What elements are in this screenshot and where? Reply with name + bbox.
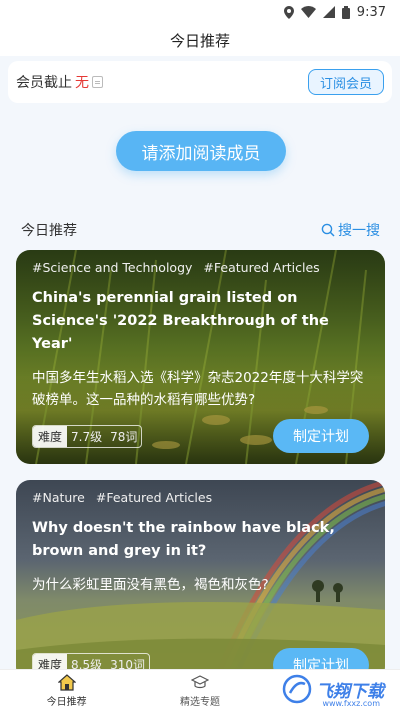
- status-time: 9:37: [356, 4, 386, 20]
- difficulty-level: 7.7级: [71, 430, 103, 444]
- article-title-en: Why doesn't the rainbow have black, brow…: [32, 520, 335, 559]
- page-title: 今日推荐: [0, 24, 400, 56]
- watermark-icon: [282, 674, 312, 704]
- watermark-url: www.fxxz.com: [322, 699, 380, 708]
- nav-label: 今日推荐: [46, 697, 87, 708]
- membership-label: 会员截止: [16, 75, 72, 91]
- article-title-en: China's perennial grain listed on Scienc…: [32, 290, 329, 352]
- watermark-text: 飞翔下载: [316, 681, 384, 702]
- membership-value: 无: [75, 75, 89, 91]
- search-button[interactable]: 搜一搜: [321, 220, 380, 240]
- nav-label: 精选专题: [179, 697, 220, 708]
- article-tag[interactable]: #Science and Technology: [32, 260, 192, 275]
- article-tags: #Science and Technology #Featured Articl…: [32, 260, 371, 275]
- article-title-zh: 为什么彩虹里面没有黑色，褐色和灰色?: [32, 577, 269, 593]
- battery-icon: [341, 5, 350, 19]
- status-bar: 9:37: [0, 0, 400, 24]
- graduation-cap-icon: [190, 675, 209, 689]
- subscribe-button[interactable]: 订阅会员: [307, 69, 384, 95]
- difficulty-badge: 难度 7.7级 78词: [32, 425, 143, 448]
- article-title-zh: 中国多年生水稻入选《科学》杂志2022年度十大科学突破榜单。这一品种的水稻有哪些…: [32, 370, 364, 408]
- watermark-logo: 飞翔下载 www.fxxz.com: [282, 672, 394, 708]
- section-title: 今日推荐: [21, 223, 77, 239]
- membership-card: 会员截止 无 订阅会员: [8, 61, 392, 103]
- nav-item-today[interactable]: 今日推荐: [0, 670, 133, 712]
- wifi-icon: [300, 6, 316, 18]
- calendar-icon: [92, 76, 103, 88]
- make-plan-button[interactable]: 制定计划: [273, 419, 369, 453]
- location-icon: [283, 5, 294, 19]
- article-tag[interactable]: #Featured Articles: [96, 490, 212, 505]
- word-count: 78词: [110, 430, 138, 444]
- signal-icon: [322, 6, 335, 18]
- nav-item-topics[interactable]: 精选专题: [133, 670, 266, 712]
- article-tag[interactable]: #Featured Articles: [203, 260, 319, 275]
- difficulty-label: 难度: [33, 426, 68, 447]
- search-icon: [321, 223, 335, 237]
- search-label: 搜一搜: [338, 223, 380, 239]
- home-icon: [57, 674, 76, 691]
- article-tags: #Nature #Featured Articles: [32, 490, 371, 505]
- article-card[interactable]: #Science and Technology #Featured Articl…: [16, 250, 385, 464]
- add-reader-button[interactable]: 请添加阅读成员: [116, 131, 286, 171]
- article-card[interactable]: #Nature #Featured Articles Why doesn't t…: [16, 480, 385, 680]
- article-tag[interactable]: #Nature: [32, 490, 85, 505]
